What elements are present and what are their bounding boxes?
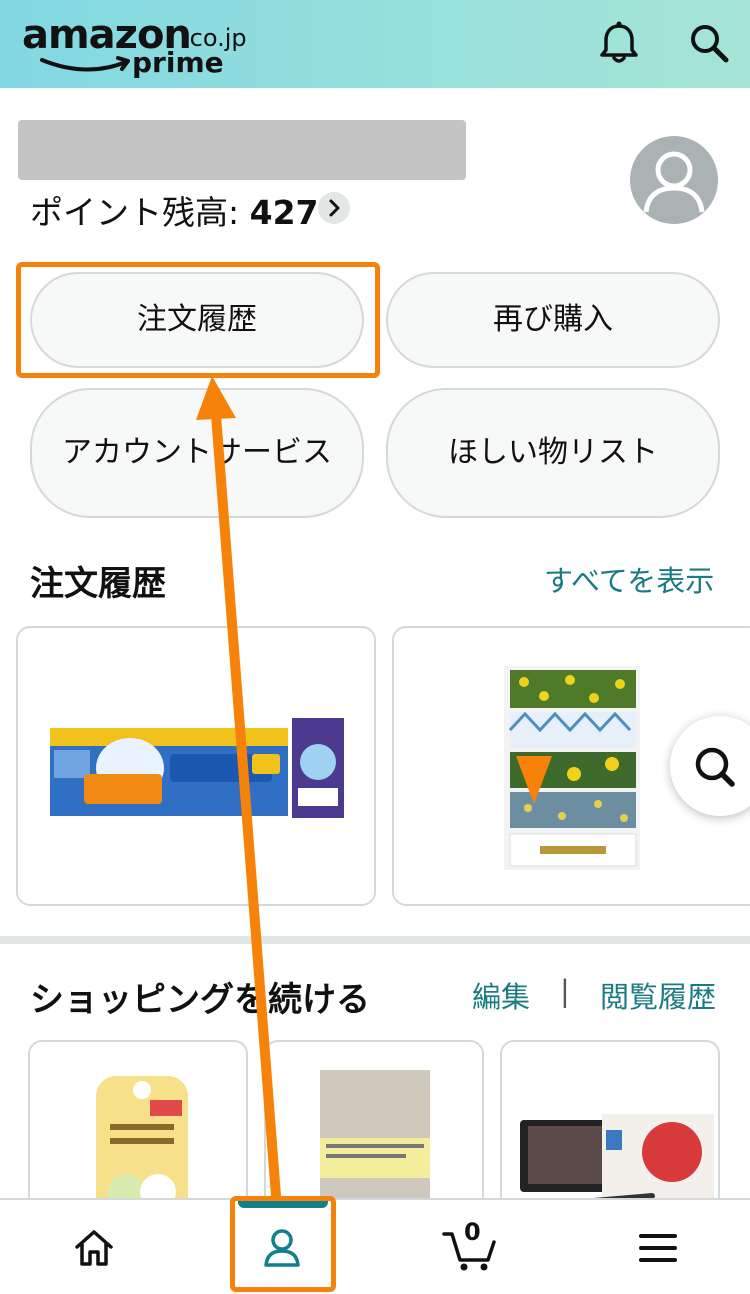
- buy-again-button[interactable]: 再び購入: [386, 272, 720, 368]
- bell-icon[interactable]: [596, 20, 642, 66]
- points-value: 427: [249, 193, 319, 232]
- home-icon: [75, 1230, 113, 1266]
- highlight-order-history: [16, 262, 380, 378]
- chevron-right-icon[interactable]: [318, 192, 350, 224]
- continue-shopping-title: ショッピングを続ける: [30, 980, 370, 1020]
- cart-count-badge: 0: [464, 1218, 481, 1246]
- avatar[interactable]: [630, 136, 718, 224]
- wishlist-button[interactable]: ほしい物リスト: [386, 388, 720, 518]
- points-balance[interactable]: ポイント残高: 427: [30, 186, 319, 234]
- highlight-account-tab: [230, 1196, 336, 1292]
- amazon-prime-logo[interactable]: amazon .co.jp prime: [22, 12, 252, 79]
- app-header: amazon .co.jp prime: [0, 0, 750, 88]
- bottom-navigation: [0, 1198, 750, 1294]
- visual-search-button[interactable]: [670, 716, 750, 816]
- menu-icon: [639, 1234, 677, 1262]
- order-card[interactable]: [16, 626, 376, 906]
- account-service-button[interactable]: アカウントサービス: [30, 388, 364, 518]
- product-image-mold-remover: [50, 718, 344, 818]
- search-icon: [695, 747, 735, 787]
- search-icon[interactable]: [686, 20, 732, 66]
- account-name-redacted: [18, 120, 466, 180]
- smile-arrow-icon: [40, 56, 130, 72]
- see-all-orders-link[interactable]: すべてを表示: [544, 558, 714, 600]
- edit-link[interactable]: 編集: [472, 974, 530, 1016]
- points-label: ポイント残高:: [30, 193, 250, 232]
- nav-menu[interactable]: [564, 1200, 750, 1294]
- link-separator: |: [560, 974, 570, 1008]
- browsing-history-link[interactable]: 閲覧履歴: [600, 974, 716, 1016]
- nav-cart[interactable]: [376, 1200, 564, 1294]
- nav-home[interactable]: [0, 1200, 188, 1294]
- logo-prime: prime: [132, 46, 224, 79]
- user-icon: [643, 151, 705, 213]
- section-divider: [0, 936, 750, 944]
- orders-section-title: 注文履歴: [30, 564, 166, 604]
